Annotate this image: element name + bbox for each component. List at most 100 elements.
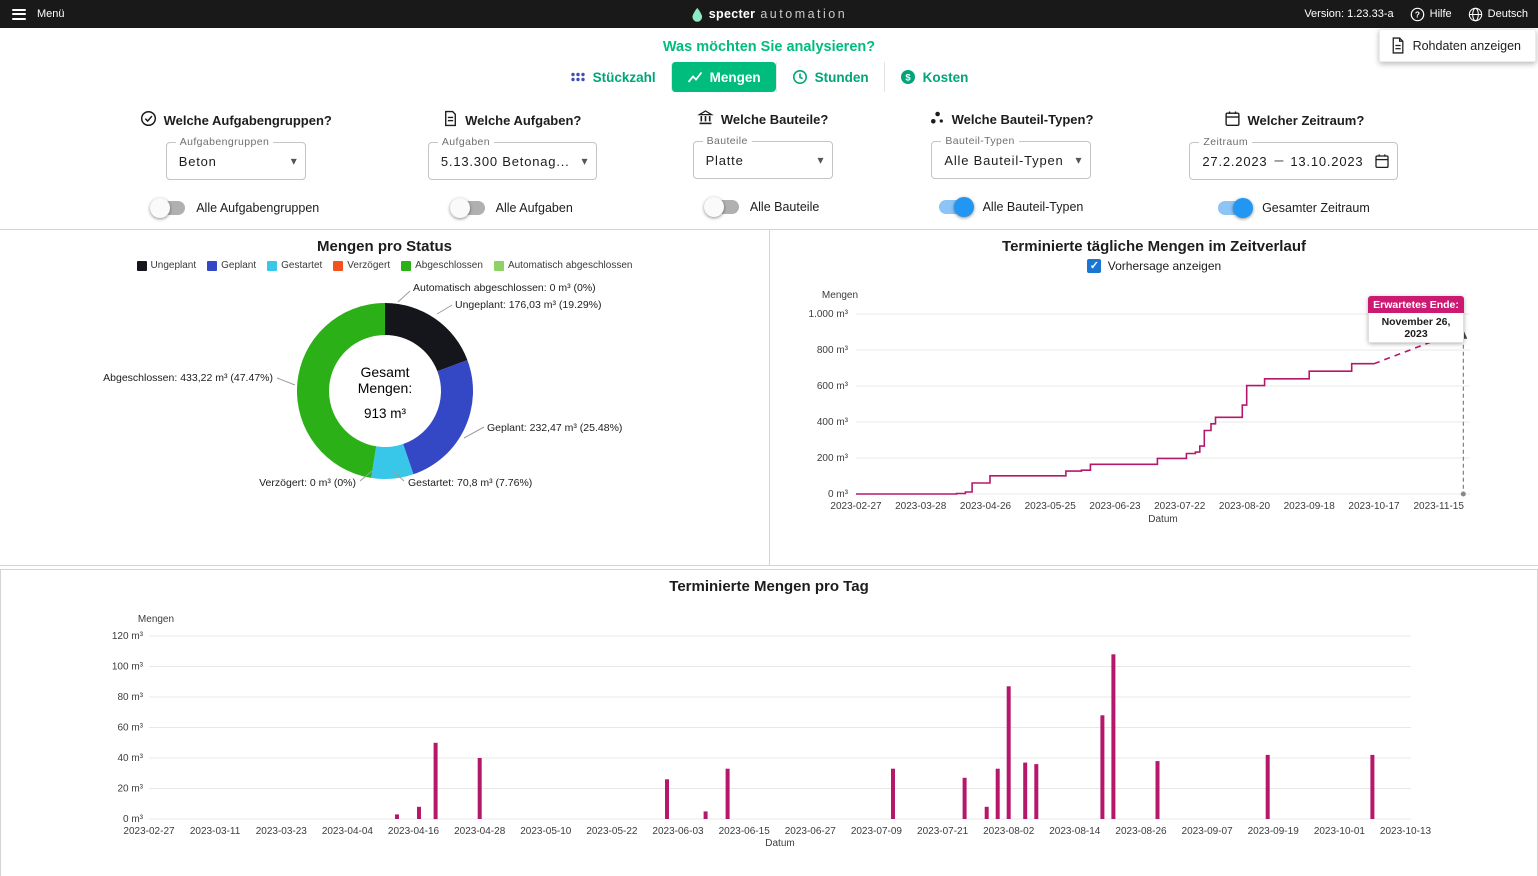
hamburger-menu-icon[interactable] bbox=[10, 7, 28, 22]
svg-text:2023-08-26: 2023-08-26 bbox=[1115, 826, 1167, 837]
svg-text:2023-07-09: 2023-07-09 bbox=[851, 826, 903, 837]
svg-text:2023-04-26: 2023-04-26 bbox=[960, 501, 1012, 512]
date-start[interactable]: 27.2.2023 bbox=[1202, 154, 1267, 169]
forecast-checkbox[interactable] bbox=[1087, 259, 1101, 273]
aufgaben-select[interactable]: Aufgaben 5.13.300 Betonag... ▾ bbox=[428, 142, 597, 180]
svg-text:2023-04-16: 2023-04-16 bbox=[388, 826, 440, 837]
aufgabengruppen-select[interactable]: Aufgabengruppen Beton ▾ bbox=[166, 142, 306, 180]
filter-question: Welche Bauteile? bbox=[721, 112, 828, 127]
tab-stunden[interactable]: Stunden bbox=[776, 62, 884, 92]
grid-dots-icon bbox=[570, 69, 586, 85]
svg-text:Datum: Datum bbox=[765, 838, 794, 849]
svg-text:Mengen: Mengen bbox=[138, 614, 174, 625]
svg-text:2023-04-04: 2023-04-04 bbox=[322, 826, 374, 837]
filter-aufgaben: Welche Aufgaben? Aufgaben 5.13.300 Beton… bbox=[428, 110, 597, 215]
svg-text:100 m³: 100 m³ bbox=[112, 662, 144, 673]
status-chart-panel: Mengen pro Status UngeplantGeplantGestar… bbox=[0, 230, 769, 565]
svg-text:2023-11-15: 2023-11-15 bbox=[1413, 501, 1464, 512]
daily-chart-title: Terminierte Mengen pro Tag bbox=[1, 578, 1537, 595]
zeitraum-input[interactable]: Zeitraum 27.2.2023 – 13.10.2023 bbox=[1189, 142, 1398, 180]
svg-text:Automatisch abgeschlossen: 0 m: Automatisch abgeschlossen: 0 m³ (0%) bbox=[413, 282, 596, 294]
legend-item: Gestartet bbox=[267, 260, 322, 271]
svg-text:2023-09-19: 2023-09-19 bbox=[1248, 826, 1300, 837]
svg-text:2023-03-11: 2023-03-11 bbox=[190, 826, 241, 837]
tab-stueckzahl[interactable]: Stückzahl bbox=[555, 62, 671, 92]
svg-text:40 m³: 40 m³ bbox=[117, 753, 143, 764]
svg-text:?: ? bbox=[1415, 9, 1420, 19]
brand-name: specter bbox=[709, 7, 756, 21]
daily-chart-panel: Terminierte Mengen pro Tag 0 m³ 20 m³ 40 m… bbox=[0, 569, 1538, 876]
svg-text:200 m³: 200 m³ bbox=[817, 453, 849, 464]
timeline-chart-panel: Terminierte tägliche Mengen im Zeitverla… bbox=[769, 230, 1538, 565]
svg-text:0 m³: 0 m³ bbox=[123, 814, 144, 825]
svg-text:2023-04-28: 2023-04-28 bbox=[454, 826, 506, 837]
svg-text:2023-10-01: 2023-10-01 bbox=[1314, 826, 1366, 837]
calendar-picker-icon[interactable] bbox=[1374, 153, 1390, 169]
analyze-question: Was möchten Sie analysieren? bbox=[0, 39, 1538, 55]
check-circle-icon bbox=[140, 110, 157, 130]
tab-kosten[interactable]: $ Kosten bbox=[884, 62, 984, 92]
dollar-icon: $ bbox=[900, 69, 916, 85]
timeline-chart-title: Terminierte tägliche Mengen im Zeitverla… bbox=[770, 238, 1538, 255]
svg-text:60 m³: 60 m³ bbox=[117, 723, 143, 734]
menu-label[interactable]: Menü bbox=[37, 8, 65, 20]
filter-bar: Welche Aufgabengruppen? Aufgabengruppen … bbox=[0, 110, 1538, 215]
legend-item: Verzögert bbox=[333, 260, 390, 271]
alle-aufgabengruppen-toggle[interactable] bbox=[152, 201, 185, 215]
task-document-icon bbox=[443, 110, 458, 130]
forecast-tooltip: Erwartetes Ende: November 26, 2023 bbox=[1368, 296, 1464, 343]
alle-bauteil-typen-toggle[interactable] bbox=[939, 200, 972, 214]
alle-bauteile-toggle[interactable] bbox=[706, 200, 739, 214]
svg-text:913 m³: 913 m³ bbox=[364, 406, 407, 421]
svg-text:2023-06-03: 2023-06-03 bbox=[652, 826, 704, 837]
svg-text:0 m³: 0 m³ bbox=[828, 489, 849, 500]
svg-text:2023-10-13: 2023-10-13 bbox=[1380, 826, 1432, 837]
svg-text:Mengen: Mengen bbox=[822, 290, 858, 301]
svg-text:2023-09-18: 2023-09-18 bbox=[1284, 501, 1336, 512]
filter-bauteil-typen: Welche Bauteil-Typen? Bauteil-Typen Alle… bbox=[929, 110, 1094, 215]
svg-text:2023-05-10: 2023-05-10 bbox=[520, 826, 572, 837]
raw-data-menu-item[interactable]: Rohdaten anzeigen bbox=[1379, 29, 1536, 62]
svg-text:120 m³: 120 m³ bbox=[112, 631, 144, 642]
svg-text:Datum: Datum bbox=[1148, 514, 1177, 525]
svg-text:2023-07-22: 2023-07-22 bbox=[1154, 501, 1206, 512]
help-icon: ? bbox=[1410, 7, 1425, 22]
filter-aufgabengruppen: Welche Aufgabengruppen? Aufgabengruppen … bbox=[140, 110, 332, 215]
svg-text:2023-05-25: 2023-05-25 bbox=[1025, 501, 1077, 512]
version-label: Version: 1.23.33-a bbox=[1304, 8, 1393, 20]
filter-bauteile: Welche Bauteile? Bauteile Platte ▾ Alle … bbox=[693, 110, 833, 215]
daily-bar-chart: 0 m³ 20 m³ 40 m³ 60 m³ 80 m³ 100 m³ 120 m³ Meng… bbox=[1, 609, 1537, 854]
bauteil-typen-select[interactable]: Bauteil-Typen Alle Bauteil-Typen ▾ bbox=[931, 141, 1090, 179]
scatter-dots-icon bbox=[929, 110, 945, 129]
svg-text:2023-09-07: 2023-09-07 bbox=[1182, 826, 1234, 837]
svg-text:Verzögert: 0 m³ (0%): Verzögert: 0 m³ (0%) bbox=[259, 477, 356, 489]
gesamter-zeitraum-toggle[interactable] bbox=[1218, 201, 1251, 215]
svg-text:2023-03-23: 2023-03-23 bbox=[256, 826, 308, 837]
analyze-header: Was möchten Sie analysieren? Stückzahl M… bbox=[0, 28, 1538, 92]
svg-text:2023-06-23: 2023-06-23 bbox=[1089, 501, 1141, 512]
filter-question: Welche Aufgabengruppen? bbox=[164, 113, 332, 128]
top-bar: Menü specter automation Version: 1.23.33… bbox=[0, 0, 1538, 28]
date-end[interactable]: 13.10.2023 bbox=[1290, 154, 1363, 169]
help-button[interactable]: ? Hilfe bbox=[1410, 7, 1452, 22]
line-chart-icon bbox=[687, 69, 703, 85]
svg-text:Gestartet: 70,8 m³ (7.76%): Gestartet: 70,8 m³ (7.76%) bbox=[408, 477, 532, 489]
document-icon bbox=[1390, 37, 1405, 54]
svg-text:20 m³: 20 m³ bbox=[117, 784, 143, 795]
svg-text:Geplant: 232,47 m³ (25.48%): Geplant: 232,47 m³ (25.48%) bbox=[487, 422, 622, 434]
svg-text:600 m³: 600 m³ bbox=[817, 381, 849, 392]
language-button[interactable]: Deutsch bbox=[1468, 7, 1528, 22]
status-legend: UngeplantGeplantGestartetVerzögertAbgesc… bbox=[0, 260, 769, 271]
status-chart-title: Mengen pro Status bbox=[0, 238, 769, 255]
forecast-tooltip-title: Erwartetes Ende: bbox=[1368, 296, 1464, 313]
alle-aufgaben-toggle[interactable] bbox=[452, 201, 485, 215]
svg-text:Gesamt: Gesamt bbox=[360, 364, 409, 380]
tab-mengen[interactable]: Mengen bbox=[671, 62, 776, 92]
bauteile-select[interactable]: Bauteile Platte ▾ bbox=[693, 141, 833, 179]
building-icon bbox=[697, 110, 714, 129]
legend-item: Automatisch abgeschlossen bbox=[494, 260, 633, 271]
chevron-down-icon: ▾ bbox=[291, 154, 297, 168]
svg-text:2023-10-17: 2023-10-17 bbox=[1348, 501, 1400, 512]
brand-sub: automation bbox=[760, 7, 847, 21]
svg-text:80 m³: 80 m³ bbox=[117, 692, 143, 703]
